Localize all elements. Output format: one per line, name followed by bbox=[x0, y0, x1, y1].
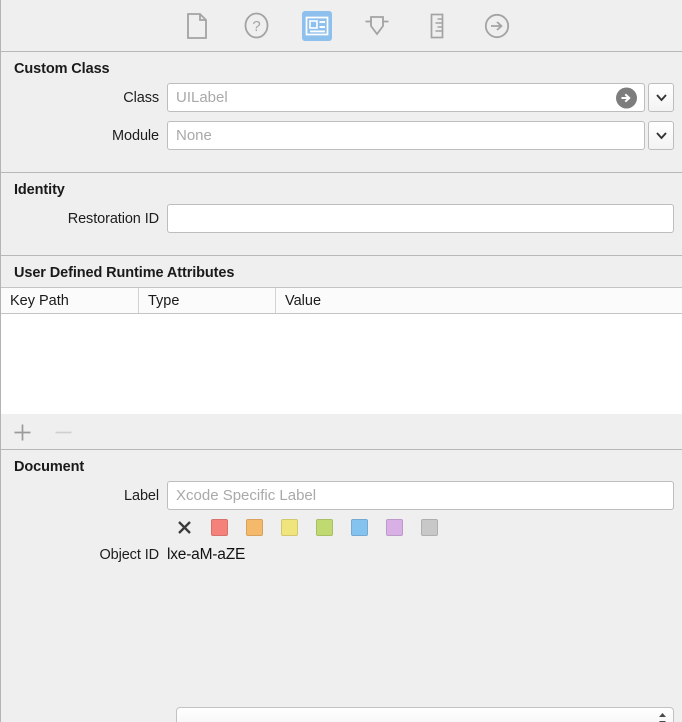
module-field-wrap bbox=[167, 121, 645, 150]
connections-inspector-tab[interactable] bbox=[482, 11, 512, 41]
file-inspector-tab[interactable] bbox=[182, 11, 212, 41]
size-inspector-icon bbox=[429, 13, 445, 39]
runtime-attributes-section: User Defined Runtime Attributes Key Path… bbox=[1, 256, 682, 450]
identity-section: Identity Restoration ID bbox=[1, 173, 682, 256]
remove-attribute-button[interactable] bbox=[54, 423, 73, 442]
quick-help-icon: ? bbox=[244, 12, 269, 39]
runtime-attributes-table-header: Key Path Type Value bbox=[1, 287, 682, 314]
runtime-attributes-table-body[interactable] bbox=[1, 314, 682, 414]
runtime-attributes-footer bbox=[1, 414, 682, 449]
svg-text:?: ? bbox=[252, 18, 260, 35]
module-dropdown-button[interactable] bbox=[648, 121, 674, 150]
column-header-value[interactable]: Value bbox=[276, 288, 682, 313]
class-row: Class bbox=[1, 83, 682, 112]
inspector-toolbar: ? bbox=[1, 0, 682, 52]
size-inspector-tab[interactable] bbox=[422, 11, 452, 41]
runtime-attributes-title: User Defined Runtime Attributes bbox=[14, 265, 235, 281]
restoration-id-row: Restoration ID bbox=[1, 204, 682, 233]
document-title: Document bbox=[14, 459, 85, 475]
identity-title: Identity bbox=[14, 182, 65, 198]
color-swatch-red[interactable] bbox=[211, 519, 228, 536]
jump-to-definition-arrow-icon[interactable] bbox=[616, 87, 637, 108]
color-swatch-blue[interactable] bbox=[351, 519, 368, 536]
clear-color-x-icon[interactable] bbox=[176, 519, 193, 536]
class-field-wrap bbox=[167, 83, 645, 112]
module-row: Module bbox=[1, 121, 682, 150]
document-label-row: Label bbox=[1, 481, 682, 510]
class-input[interactable] bbox=[167, 83, 645, 112]
document-label-label: Label bbox=[124, 487, 159, 504]
file-inspector-icon bbox=[186, 12, 208, 39]
identity-inspector-panel: ? Custom Class Class UILabel Module None… bbox=[0, 0, 682, 722]
document-bottom-popup-button[interactable] bbox=[176, 707, 674, 722]
quick-help-inspector-tab[interactable]: ? bbox=[242, 11, 272, 41]
attributes-inspector-icon bbox=[364, 13, 390, 39]
restoration-id-field-wrap bbox=[167, 204, 674, 233]
class-label: Class bbox=[123, 89, 159, 106]
attributes-inspector-tab[interactable] bbox=[362, 11, 392, 41]
class-dropdown-button[interactable] bbox=[648, 83, 674, 112]
restoration-id-label: Restoration ID bbox=[67, 210, 159, 227]
object-id-value: lxe-aM-aZE bbox=[167, 546, 246, 563]
color-swatch-purple[interactable] bbox=[386, 519, 403, 536]
module-input[interactable] bbox=[167, 121, 645, 150]
connections-inspector-icon bbox=[484, 13, 510, 39]
custom-class-section: Custom Class Class Module bbox=[1, 52, 682, 173]
color-swatch-green[interactable] bbox=[316, 519, 333, 536]
color-swatch-yellow[interactable] bbox=[281, 519, 298, 536]
column-header-type[interactable]: Type bbox=[139, 288, 276, 313]
document-color-swatches bbox=[1, 519, 682, 536]
object-id-label: Object ID bbox=[99, 547, 159, 563]
document-section: Document Label Object ID lxe-aM-aZE bbox=[1, 450, 682, 564]
chevron-down-icon bbox=[655, 127, 668, 145]
document-label-field-wrap bbox=[167, 481, 674, 510]
identity-inspector-icon bbox=[305, 15, 329, 37]
restoration-id-input[interactable] bbox=[167, 204, 674, 233]
module-label: Module bbox=[112, 127, 159, 144]
column-header-key-path[interactable]: Key Path bbox=[1, 288, 139, 313]
document-label-input[interactable] bbox=[167, 481, 674, 510]
identity-inspector-tab[interactable] bbox=[301, 10, 332, 41]
stepper-arrows-icon bbox=[658, 712, 667, 722]
object-id-row: Object ID lxe-aM-aZE bbox=[1, 546, 682, 564]
chevron-down-icon bbox=[655, 89, 668, 107]
add-attribute-button[interactable] bbox=[13, 423, 32, 442]
color-swatch-orange[interactable] bbox=[246, 519, 263, 536]
custom-class-title: Custom Class bbox=[14, 61, 110, 77]
color-swatch-gray[interactable] bbox=[421, 519, 438, 536]
